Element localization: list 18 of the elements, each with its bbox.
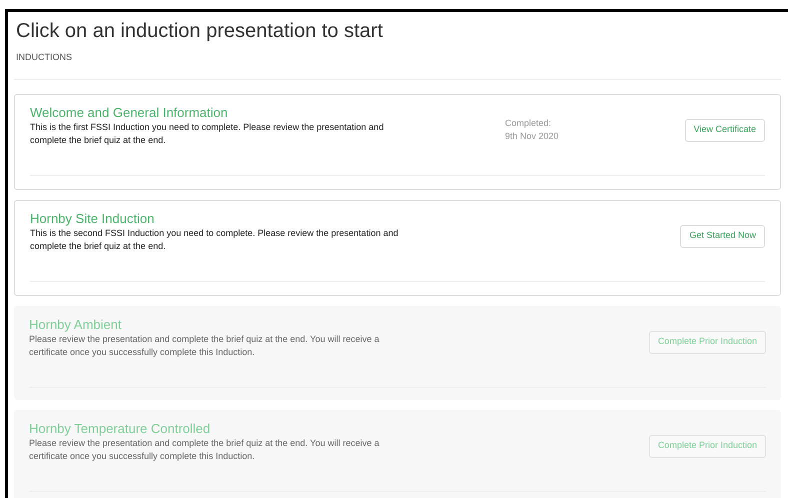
induction-card[interactable]	[14, 410, 781, 498]
induction-description: This is the second FSSI Induction you need to complete. Please review the presentation and complete the brief quiz at the end.	[30, 226, 400, 252]
induction-card[interactable]: Welcome and General Information This is the first FSSI Induction you need to complete. Please review the presentation and complete the brief quiz at the end. Completed: 9th Nov 2020 View Certificate	[14, 94, 781, 190]
induction-card[interactable]: Hornby Site Induction This is the second FSSI Induction you need to complete. Please review the presentation and complete the brief quiz at the end. Get Started Now	[14, 200, 781, 296]
section-label: INDUCTIONS	[16, 51, 73, 64]
induction-title: Hornby Ambient	[29, 316, 122, 332]
status-label: Completed:	[505, 116, 552, 130]
page-title: Click on an induction presentation to start	[16, 19, 384, 43]
induction-description: This is the first FSSI Induction you need to complete. Please review the presentation and complete the brief quiz at the end.	[30, 120, 385, 146]
induction-description: Please review the presentation and complete the brief quiz at the end. You will receive a certificate once you successfully complete this Induction.	[29, 332, 380, 358]
induction-title: Hornby Temperature Controlled	[29, 420, 212, 436]
induction-title: Welcome and General Information	[30, 104, 229, 120]
action-button[interactable]: View Certificate	[684, 118, 765, 142]
induction-card[interactable]: Hornby Ambient Please review the presentation and complete the brief quiz at the end. You will receive a certificate once you successfully complete this Induction. Complete Prior Induction	[14, 306, 781, 400]
action-button[interactable]: Get Started Now	[680, 224, 765, 248]
status-date: 9th Nov 2020	[505, 130, 560, 142]
induction-title: Hornby Site Induction	[30, 210, 156, 226]
induction-description: Please review the presentation and complete the brief quiz at the end. You will receive a certificate once you successfully complete this Induction.	[29, 436, 380, 462]
